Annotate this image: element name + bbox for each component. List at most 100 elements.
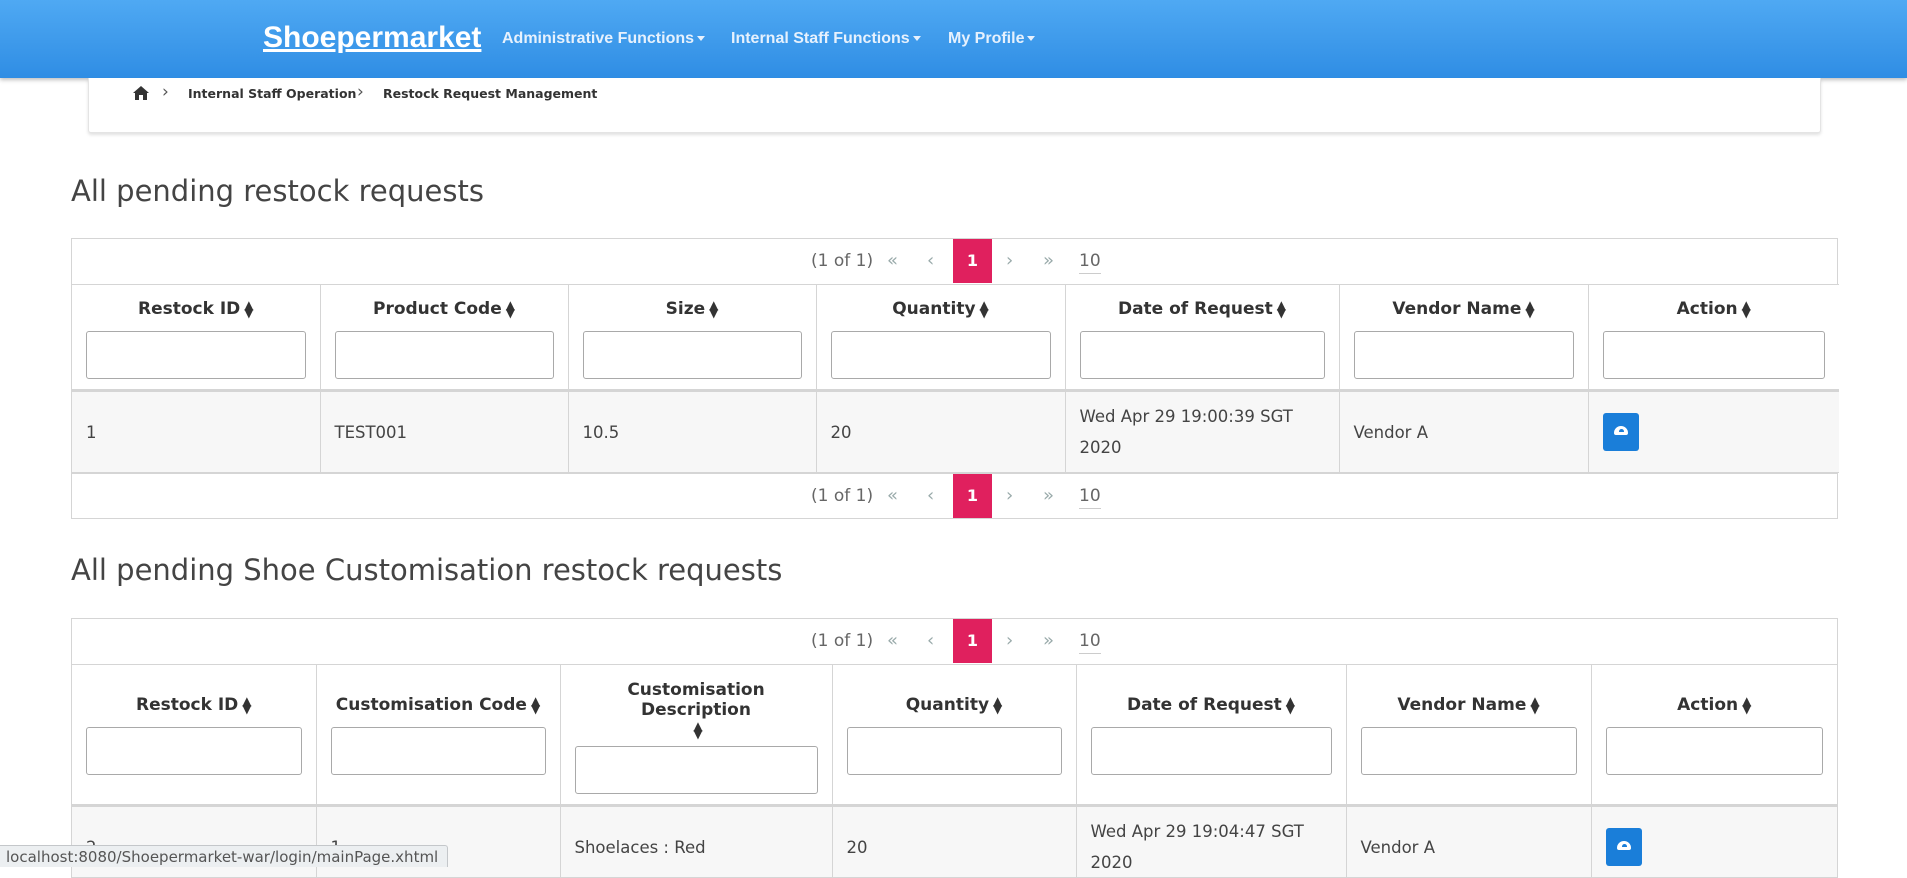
rows-per-page-select[interactable]: 10 (1079, 251, 1101, 274)
first-page-icon[interactable]: « (887, 485, 898, 506)
brand-logo[interactable]: Shoepermarket (263, 21, 481, 55)
column-label: Action (1677, 695, 1738, 715)
column-header-product-code[interactable]: Product Code▲▼ (320, 285, 568, 391)
last-page-icon[interactable]: » (1043, 630, 1054, 651)
sort-icon[interactable]: ▲▼ (1742, 697, 1751, 713)
filter-input-quantity[interactable] (847, 727, 1062, 775)
filter-input-quantity[interactable] (831, 331, 1051, 379)
column-header-action[interactable]: Action▲▼ (1591, 665, 1837, 806)
prev-page-icon[interactable]: ‹ (927, 630, 934, 651)
column-header-action[interactable]: Action▲▼ (1588, 285, 1839, 391)
page-button-current[interactable]: 1 (953, 619, 992, 663)
column-header-quantity[interactable]: Quantity▲▼ (832, 665, 1076, 806)
cell-action (1591, 806, 1837, 878)
breadcrumb-item-restock-request-management: Restock Request Management (383, 86, 597, 101)
sort-icon[interactable]: ▲▼ (709, 301, 718, 317)
cell-customisation-code: 1 (316, 806, 560, 878)
cell-quantity: 20 (816, 391, 1065, 473)
prev-page-icon[interactable]: ‹ (927, 250, 934, 271)
inbox-icon (1617, 841, 1631, 850)
last-page-icon[interactable]: » (1043, 485, 1054, 506)
cell-customisation-description: Shoelaces : Red (560, 806, 832, 878)
column-label: Customisation Code (336, 695, 527, 715)
filter-input-restock-id[interactable] (86, 331, 306, 379)
sort-icon[interactable]: ▲▼ (244, 301, 253, 317)
rows-per-page-select[interactable]: 10 (1079, 486, 1101, 509)
next-page-icon[interactable]: › (1006, 485, 1013, 506)
filter-input-customisation-description[interactable] (575, 746, 818, 794)
caret-down-icon (1027, 36, 1035, 41)
paginator-top: (1 of 1) « ‹ 1 › » 10 (72, 239, 1837, 284)
process-restock-button[interactable] (1606, 828, 1642, 866)
sort-icon[interactable]: ▲▼ (693, 722, 702, 738)
first-page-icon[interactable]: « (887, 250, 898, 271)
home-icon[interactable] (133, 86, 149, 100)
sort-icon[interactable]: ▲▼ (531, 697, 540, 713)
breadcrumb-item-internal-staff-operation[interactable]: Internal Staff Operation (188, 86, 356, 101)
filter-input-size[interactable] (583, 331, 802, 379)
filter-input-vendor-name[interactable] (1361, 727, 1577, 775)
table-row: 2 1 Shoelaces : Red 20 Wed Apr 29 19:04:… (72, 806, 1837, 878)
sort-icon[interactable]: ▲▼ (993, 697, 1002, 713)
paginator-report: (1 of 1) (811, 486, 873, 506)
nav-label: Administrative Functions (502, 30, 694, 47)
column-header-size[interactable]: Size▲▼ (568, 285, 816, 391)
page-button-current[interactable]: 1 (953, 239, 992, 283)
column-header-date-of-request[interactable]: Date of Request▲▼ (1065, 285, 1339, 391)
filter-input-customisation-code[interactable] (331, 727, 546, 775)
paginator-bottom: (1 of 1) « ‹ 1 › » 10 (72, 473, 1837, 518)
cell-action (1588, 391, 1839, 473)
column-label: Product Code (373, 299, 502, 319)
rows-per-page-select[interactable]: 10 (1079, 631, 1101, 654)
breadcrumb-separator-icon: › (162, 82, 169, 102)
caret-down-icon (913, 36, 921, 41)
column-label: Action (1677, 299, 1738, 319)
restock-requests-table: (1 of 1) « ‹ 1 › » 10 Restock ID▲▼ Produ… (71, 238, 1838, 519)
sort-icon[interactable]: ▲▼ (1277, 301, 1286, 317)
nav-my-profile[interactable]: My Profile (948, 30, 1035, 48)
paginator-report: (1 of 1) (811, 631, 873, 651)
inbox-icon (1614, 426, 1628, 435)
page-button-current[interactable]: 1 (953, 474, 992, 518)
section-title-customisation-restock-requests: All pending Shoe Customisation restock r… (71, 553, 782, 587)
next-page-icon[interactable]: › (1006, 630, 1013, 651)
column-header-customisation-description[interactable]: Customisation Description▲▼ (560, 665, 832, 806)
column-header-quantity[interactable]: Quantity▲▼ (816, 285, 1065, 391)
nav-internal-staff-functions[interactable]: Internal Staff Functions (731, 30, 921, 48)
table-row: 1 TEST001 10.5 20 Wed Apr 29 19:00:39 SG… (72, 391, 1839, 473)
prev-page-icon[interactable]: ‹ (927, 485, 934, 506)
filter-input-action[interactable] (1603, 331, 1826, 379)
cell-date-of-request: Wed Apr 29 19:04:47 SGT 2020 (1076, 806, 1346, 878)
process-restock-button[interactable] (1603, 413, 1639, 451)
column-header-vendor-name[interactable]: Vendor Name▲▼ (1346, 665, 1591, 806)
filter-input-date-of-request[interactable] (1091, 727, 1332, 775)
filter-input-date-of-request[interactable] (1080, 331, 1325, 379)
first-page-icon[interactable]: « (887, 630, 898, 651)
paginator-report: (1 of 1) (811, 251, 873, 271)
column-header-restock-id[interactable]: Restock ID▲▼ (72, 665, 316, 806)
breadcrumb: › Internal Staff Operation › Restock Req… (88, 78, 1821, 133)
sort-icon[interactable]: ▲▼ (1742, 301, 1751, 317)
nav-administrative-functions[interactable]: Administrative Functions (502, 30, 705, 48)
filter-input-product-code[interactable] (335, 331, 554, 379)
filter-input-vendor-name[interactable] (1354, 331, 1574, 379)
column-label: Size (666, 299, 706, 319)
next-page-icon[interactable]: › (1006, 250, 1013, 271)
sort-icon[interactable]: ▲▼ (1530, 697, 1539, 713)
cell-size: 10.5 (568, 391, 816, 473)
column-header-vendor-name[interactable]: Vendor Name▲▼ (1339, 285, 1588, 391)
filter-input-action[interactable] (1606, 727, 1824, 775)
filter-input-restock-id[interactable] (86, 727, 302, 775)
customisation-restock-requests-table: (1 of 1) « ‹ 1 › » 10 Restock ID▲▼ Custo… (71, 618, 1838, 878)
breadcrumb-separator-icon: › (357, 82, 364, 102)
sort-icon[interactable]: ▲▼ (506, 301, 515, 317)
sort-icon[interactable]: ▲▼ (1286, 697, 1295, 713)
sort-icon[interactable]: ▲▼ (1525, 301, 1534, 317)
column-label: Date of Request (1127, 695, 1282, 715)
sort-icon[interactable]: ▲▼ (242, 697, 251, 713)
last-page-icon[interactable]: » (1043, 250, 1054, 271)
sort-icon[interactable]: ▲▼ (980, 301, 989, 317)
column-header-restock-id[interactable]: Restock ID▲▼ (72, 285, 320, 391)
column-header-date-of-request[interactable]: Date of Request▲▼ (1076, 665, 1346, 806)
column-header-customisation-code[interactable]: Customisation Code▲▼ (316, 665, 560, 806)
